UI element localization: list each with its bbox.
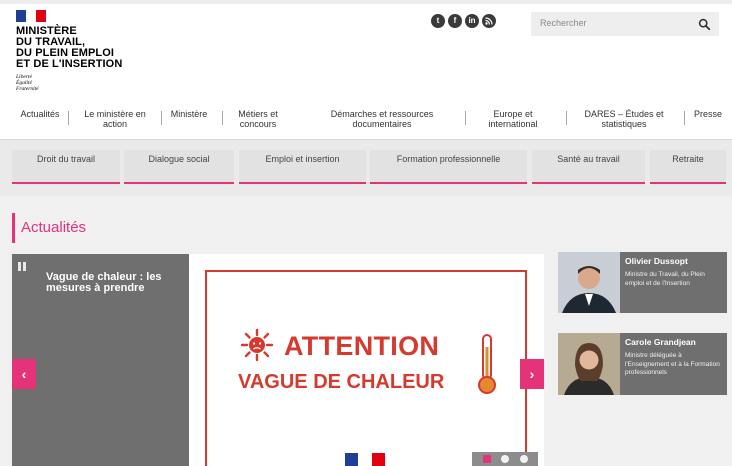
logo-text: MINISTÈRE DU TRAVAIL, DU PLEIN EMPLOI ET… xyxy=(16,25,123,70)
nav-item-demarches[interactable]: Démarches et ressources documentaires xyxy=(316,109,448,129)
carousel-prev-button[interactable]: ‹ xyxy=(12,359,36,389)
slide-title[interactable]: Vague de chaleur : les mesures à prendre xyxy=(46,272,178,294)
nav-item-metiers-concours[interactable]: Métiers et concours xyxy=(228,109,288,129)
nav-divider xyxy=(566,111,567,125)
banner-subline: VAGUE DE CHALEUR xyxy=(238,371,445,393)
nav-divider xyxy=(161,111,162,125)
minister-card[interactable]: Olivier Dussopt Ministre du Travail, du … xyxy=(558,252,727,313)
carousel-dot-1[interactable] xyxy=(482,455,491,463)
carousel-dot-2[interactable] xyxy=(501,455,509,463)
linkedin-icon[interactable]: in xyxy=(465,14,479,28)
carousel-dot-3[interactable] xyxy=(519,455,528,463)
nav-divider xyxy=(222,111,223,125)
tab-droit-du-travail[interactable]: Droit du travail xyxy=(12,150,120,184)
main-navigation: Actualités Le ministère en action Minist… xyxy=(0,106,732,140)
minister-card[interactable]: Carole Grandjean Ministre déléguée à l'E… xyxy=(558,333,727,395)
tab-emploi-insertion[interactable]: Emploi et insertion xyxy=(239,150,366,184)
minister-name: Carole Grandjean xyxy=(625,337,696,347)
search-input[interactable]: Rechercher xyxy=(531,12,719,36)
nav-divider xyxy=(68,111,69,125)
avatar xyxy=(558,333,620,395)
facebook-icon[interactable]: f xyxy=(448,14,462,28)
search-icon[interactable] xyxy=(698,18,711,31)
tab-dialogue-social[interactable]: Dialogue social xyxy=(124,150,234,184)
nav-item-europe[interactable]: Europe et international xyxy=(478,109,548,129)
nav-divider xyxy=(684,111,685,125)
carousel-pagination xyxy=(472,452,538,466)
theme-navigation: Droit du travail Dialogue social Emploi … xyxy=(0,140,732,196)
nav-item-actualites[interactable]: Actualités xyxy=(16,109,64,119)
search-placeholder: Rechercher xyxy=(540,18,587,28)
sun-warning-icon xyxy=(240,328,274,362)
twitter-icon[interactable]: t xyxy=(431,14,445,28)
tab-formation-professionnelle[interactable]: Formation professionnelle xyxy=(370,150,527,184)
avatar xyxy=(558,252,620,313)
top-strip xyxy=(0,0,732,4)
republic-motto: Liberté Égalité Fraternité xyxy=(16,74,39,92)
tab-retraite[interactable]: Retraite xyxy=(650,150,726,184)
minister-role: Ministre déléguée à l'Enseignement et à … xyxy=(625,352,720,376)
nav-item-presse[interactable]: Presse xyxy=(688,109,728,119)
marianne-flag-icon xyxy=(16,10,46,22)
rss-icon[interactable] xyxy=(482,14,496,28)
ministry-logo[interactable]: MINISTÈRE DU TRAVAIL, DU PLEIN EMPLOI ET… xyxy=(16,10,146,102)
marianne-icon xyxy=(345,453,385,466)
nav-item-dares[interactable]: DARES – Études et statistiques xyxy=(576,109,672,129)
nav-divider xyxy=(465,111,466,125)
nav-item-ministere[interactable]: Ministère xyxy=(165,109,213,119)
pause-icon[interactable] xyxy=(18,258,28,271)
banner-headline: ATTENTION xyxy=(284,331,440,361)
nav-item-ministere-en-action[interactable]: Le ministère en action xyxy=(76,109,154,129)
thermometer-icon xyxy=(478,334,496,394)
section-title: Actualités xyxy=(12,213,86,243)
minister-name: Olivier Dussopt xyxy=(625,256,688,266)
social-links: t f in xyxy=(431,14,496,28)
tab-sante-au-travail[interactable]: Santé au travail xyxy=(532,150,645,184)
minister-role: Ministre du Travail, du Plein emploi et … xyxy=(625,271,705,287)
carousel-next-button[interactable]: › xyxy=(520,359,544,389)
